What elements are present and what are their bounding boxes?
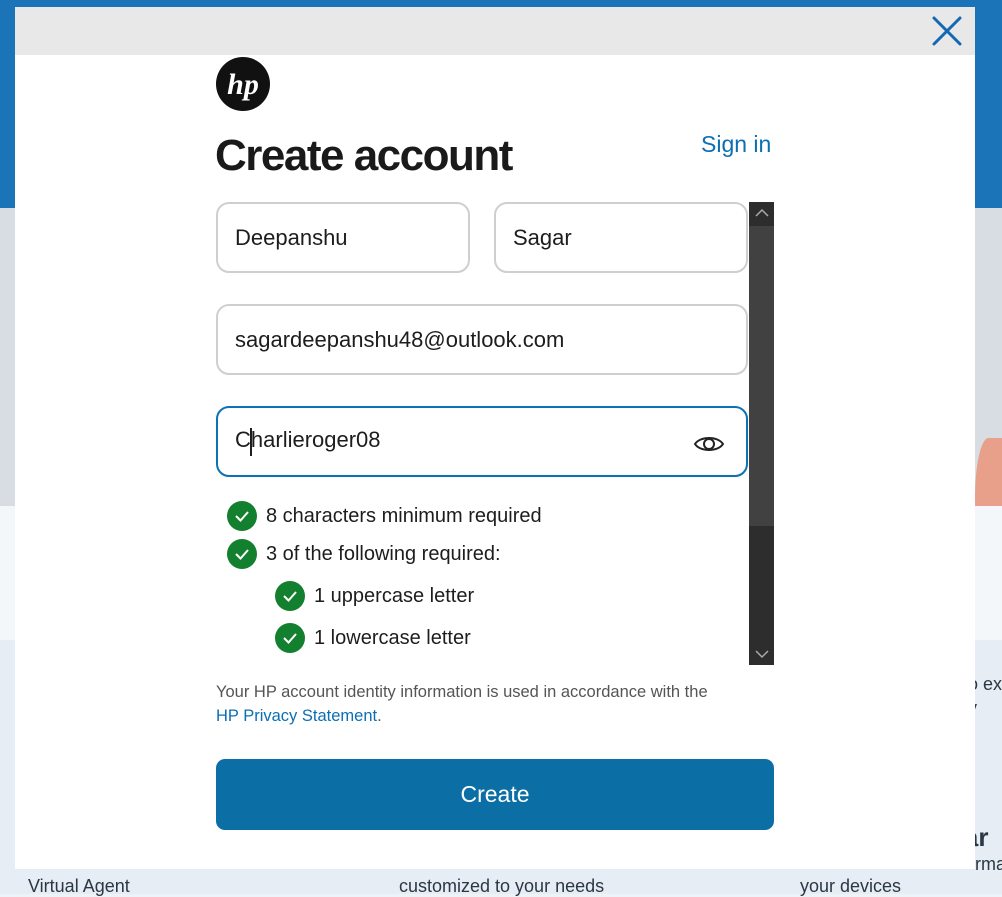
form-scrollbar[interactable]: [749, 202, 774, 665]
requirement-item: 1 uppercase letter: [275, 581, 474, 611]
scroll-down-button[interactable]: [749, 643, 774, 665]
scroll-up-button[interactable]: [749, 202, 774, 224]
sign-in-link[interactable]: Sign in: [701, 131, 771, 158]
requirement-item: 8 characters minimum required: [227, 501, 542, 531]
check-icon: [275, 623, 305, 653]
privacy-statement-link[interactable]: HP Privacy Statement: [216, 707, 377, 725]
requirement-label: 3 of the following required:: [266, 542, 501, 565]
requirement-label: 1 lowercase letter: [314, 626, 471, 649]
dialog-top-bar: [15, 7, 975, 55]
check-icon: [227, 539, 257, 569]
email-value: sagardeepanshu48@outlook.com: [235, 326, 565, 352]
requirement-label: 1 uppercase letter: [314, 584, 475, 607]
first-name-field[interactable]: Deepanshu: [216, 202, 470, 273]
chevron-down-icon: [754, 650, 769, 659]
requirement-label: 8 characters minimum required: [266, 504, 542, 527]
email-field[interactable]: sagardeepanshu48@outlook.com: [216, 304, 748, 375]
password-value: Charlieroger08: [235, 427, 381, 456]
create-button[interactable]: Create: [216, 759, 774, 830]
page-title: Create account: [215, 131, 513, 180]
close-icon: [932, 16, 962, 46]
create-account-dialog: hp Create account Sign in Deepanshu Saga…: [15, 7, 975, 869]
show-password-eye-icon[interactable]: [693, 428, 725, 460]
first-name-value: Deepanshu: [235, 224, 348, 250]
chevron-up-icon: [754, 208, 769, 217]
svg-text:hp: hp: [227, 68, 259, 101]
requirement-item: 3 of the following required:: [227, 539, 501, 569]
last-name-field[interactable]: Sagar: [494, 202, 748, 273]
hp-logo: hp: [216, 57, 270, 111]
password-field[interactable]: Charlieroger08: [216, 406, 748, 477]
check-icon: [275, 581, 305, 611]
last-name-value: Sagar: [513, 224, 572, 250]
close-button[interactable]: [927, 11, 967, 51]
privacy-notice: Your HP account identity information is …: [216, 680, 776, 728]
check-icon: [227, 501, 257, 531]
privacy-text: Your HP account identity information is …: [216, 683, 708, 701]
requirement-item: 1 lowercase letter: [275, 623, 471, 653]
privacy-period: .: [377, 707, 382, 725]
background-card-text: rma: [975, 854, 1002, 874]
scrollbar-thumb[interactable]: [749, 226, 774, 526]
